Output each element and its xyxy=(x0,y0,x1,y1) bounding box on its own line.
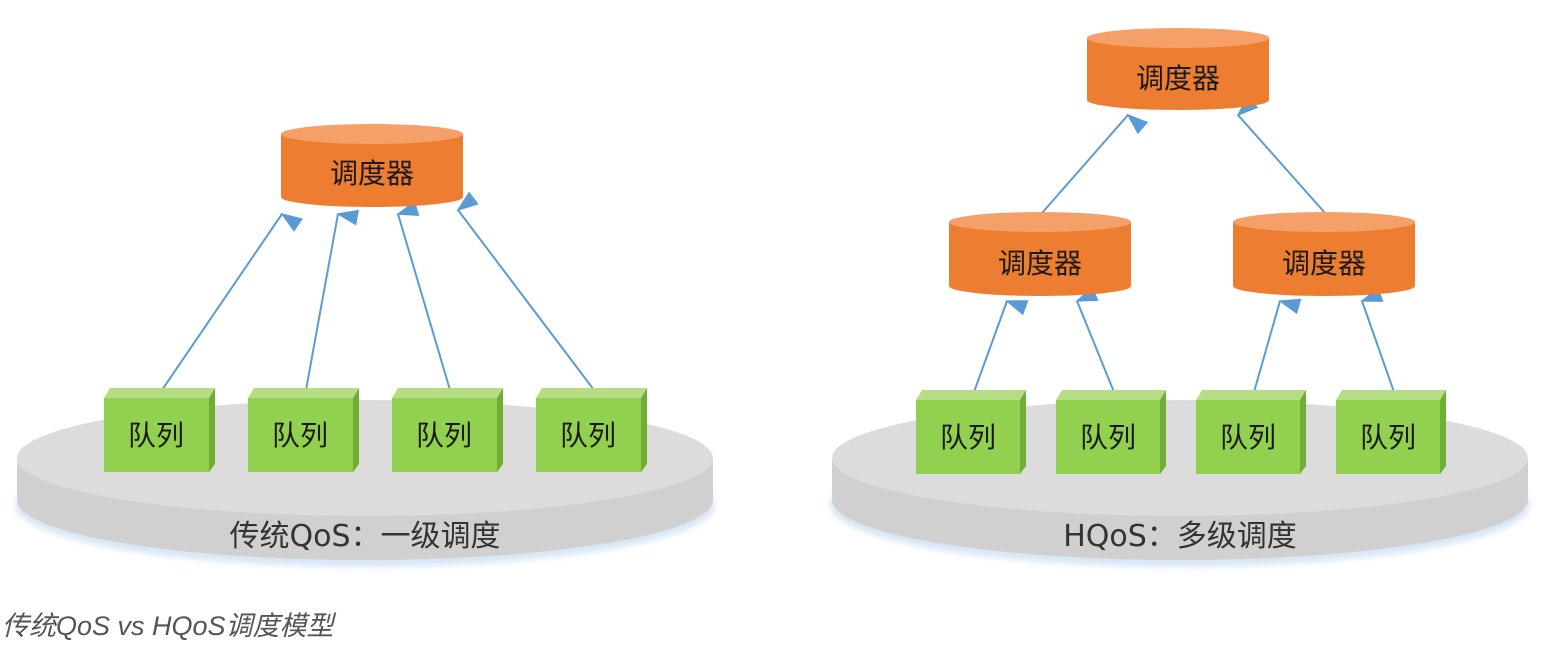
queue-node: 队列 xyxy=(1196,390,1306,474)
arrow-queue4-to-scheduler xyxy=(456,191,595,391)
hqos-diagram: HQoS：多级调度 调度器 调度器 调度器 队列 队列 队列 队列 xyxy=(830,28,1530,567)
queue-node: 队列 xyxy=(392,388,503,472)
left-scheduler-node: 调度器 xyxy=(949,212,1131,296)
arrow-left-scheduler-to-top xyxy=(1041,113,1149,214)
queue-node: 队列 xyxy=(1336,390,1446,474)
queue-label: 队列 xyxy=(272,419,328,452)
scheduler-label: 调度器 xyxy=(1136,62,1220,95)
queue-node: 队列 xyxy=(104,388,215,472)
arrow-queue2-to-left-scheduler xyxy=(1075,286,1115,393)
arrow-queue3-to-scheduler xyxy=(396,200,451,391)
queue-node: 队列 xyxy=(536,388,647,472)
hqos-platform-label: HQoS：多级调度 xyxy=(1063,519,1297,554)
arrow-queue3-to-right-scheduler xyxy=(1253,298,1302,393)
scheduler-node: 调度器 xyxy=(281,124,463,207)
queue-node: 队列 xyxy=(916,390,1026,474)
figure-caption: 传统QoS vs HQoS调度模型 xyxy=(2,611,334,641)
scheduler-label: 调度器 xyxy=(998,247,1082,280)
right-scheduler-node: 调度器 xyxy=(1233,212,1415,296)
queue-node: 队列 xyxy=(1056,390,1166,474)
scheduler-label: 调度器 xyxy=(330,157,414,190)
traditional-qos-diagram: 传统QoS：一级调度 调度器 队列 队列 队列 队列 xyxy=(15,124,715,567)
queue-label: 队列 xyxy=(1080,421,1136,454)
scheduling-diagram: 传统QoS：一级调度 调度器 队列 队列 队列 队列 HQoS：多级调度 调度器… xyxy=(15,28,1530,567)
arrow-right-scheduler-to-top xyxy=(1236,95,1326,214)
queue-label: 队列 xyxy=(940,421,996,454)
arrow-queue1-to-scheduler xyxy=(161,212,304,391)
traditional-qos-arrows xyxy=(161,191,595,391)
arrow-queue4-to-right-scheduler xyxy=(1360,286,1395,393)
traditional-qos-platform-label: 传统QoS：一级调度 xyxy=(229,519,500,554)
queue-node: 队列 xyxy=(248,388,359,472)
queue-label: 队列 xyxy=(560,419,616,452)
top-scheduler-node: 调度器 xyxy=(1087,28,1269,110)
queue-label: 队列 xyxy=(1220,421,1276,454)
queue-label: 队列 xyxy=(128,419,184,452)
arrow-queue2-to-scheduler xyxy=(305,209,360,391)
scheduler-label: 调度器 xyxy=(1282,247,1366,280)
queue-label: 队列 xyxy=(416,419,472,452)
queue-label: 队列 xyxy=(1360,421,1416,454)
arrow-queue1-to-left-scheduler xyxy=(973,300,1029,393)
